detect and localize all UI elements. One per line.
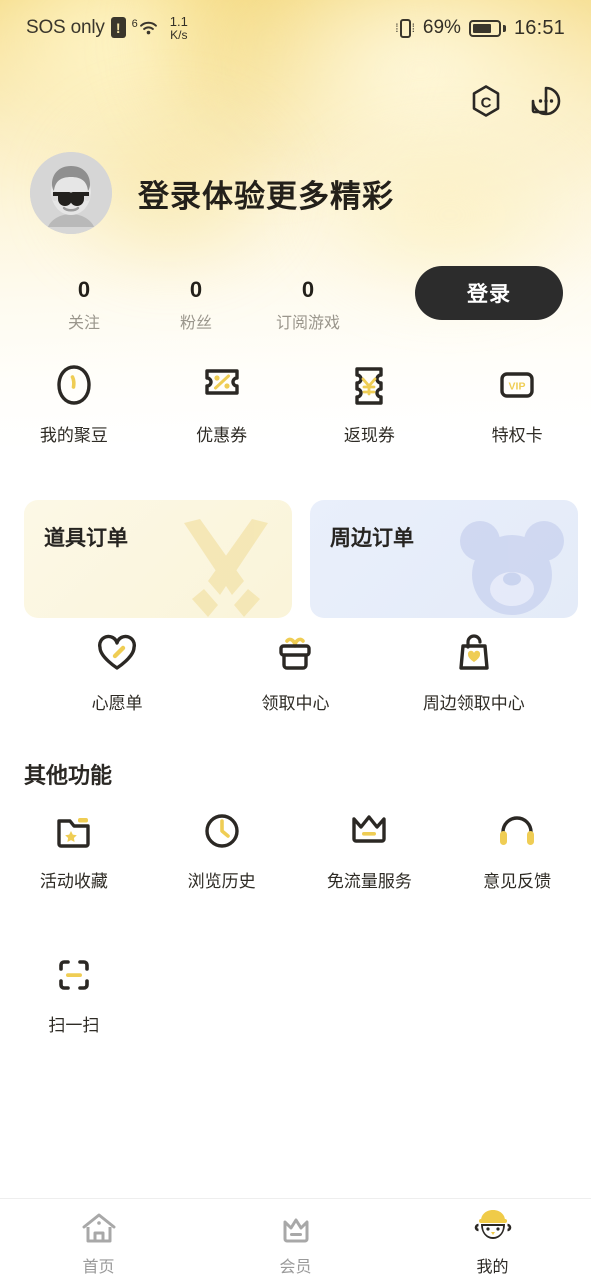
vip-card-icon: VIP [493, 362, 541, 408]
heart-wishlist-icon [94, 630, 140, 676]
scan-frame-icon [53, 952, 95, 998]
avatar[interactable] [30, 152, 112, 234]
other-action-label: 活动收藏 [39, 872, 108, 891]
order-card-item-orders[interactable]: 道具订单 [24, 500, 292, 618]
headset-icon [495, 808, 539, 854]
clock-history-icon [201, 808, 243, 854]
other-action-label: 免流量服务 [326, 872, 412, 891]
stat-value: 0 [77, 277, 91, 302]
crossed-swords-art [156, 507, 286, 618]
quick-action-label: 返现券 [343, 426, 395, 445]
quick-action-coupons[interactable]: 优惠券 [148, 362, 296, 446]
status-bar: SOS only ! 6 1.1 K/s ⁞ ⁞ 69% 16:51 [0, 0, 591, 56]
other-action-label: 浏览历史 [187, 872, 256, 891]
service-action-label: 周边领取中心 [422, 694, 525, 713]
quick-action-vip-card[interactable]: VIP 特权卡 [443, 362, 591, 446]
carrier-label: SOS only [26, 16, 105, 38]
stat-label: 订阅游戏 [275, 314, 340, 332]
login-button[interactable]: 登录 [415, 266, 563, 320]
profile-face-icon [472, 1207, 514, 1247]
bear-art [452, 509, 572, 618]
quick-action-label: 我的聚豆 [39, 426, 108, 445]
bottom-navigation: 首页 会员 我的 [0, 1198, 591, 1280]
other-action-browse-history[interactable]: 浏览历史 [148, 808, 296, 892]
profile-header[interactable]: 登录体验更多精彩 [30, 152, 394, 234]
coupon-percent-icon [200, 362, 244, 408]
stat-subscribed-games[interactable]: 0 订阅游戏 [252, 276, 364, 333]
page-title: 登录体验更多精彩 [138, 178, 394, 214]
quick-action-my-beans[interactable]: 我的聚豆 [0, 362, 148, 446]
quick-actions-row: 我的聚豆 优惠券 返现券 VIP 特权卡 [0, 362, 591, 446]
battery-icon [468, 19, 506, 37]
svg-text:C: C [481, 95, 492, 112]
home-icon [80, 1207, 118, 1247]
other-action-free-data-service[interactable]: 免流量服务 [296, 808, 444, 892]
order-cards: 道具订单 周边订单 [24, 500, 578, 618]
quick-action-label: 特权卡 [491, 426, 543, 445]
service-action-label: 心愿单 [91, 694, 143, 713]
section-title-other: 其他功能 [24, 763, 113, 788]
other-functions-row-1: 活动收藏 浏览历史 免流量服务 意见反馈 [0, 808, 591, 892]
status-bar-left: SOS only ! 6 1.1 K/s [26, 15, 188, 41]
folder-star-icon [52, 808, 96, 854]
network-speed: 1.1 K/s [170, 15, 188, 41]
stat-value: 0 [189, 277, 203, 302]
order-card-title: 道具订单 [44, 527, 128, 550]
nav-tab-label: 我的 [476, 1258, 509, 1276]
battery-percent: 69% [422, 17, 461, 38]
status-bar-right: ⁞ ⁞ 69% 16:51 [395, 17, 565, 40]
clock: 16:51 [513, 16, 565, 39]
service-action-label: 领取中心 [261, 694, 330, 713]
bean-icon [54, 362, 94, 408]
crown-icon [346, 808, 392, 854]
order-card-merch-orders[interactable]: 周边订单 [310, 500, 578, 618]
service-action-merch-claim-center[interactable]: 周边领取中心 [385, 630, 563, 714]
speed-unit: K/s [170, 27, 188, 42]
service-action-wishlist[interactable]: 心愿单 [28, 630, 206, 714]
nav-tab-member[interactable]: 会员 [197, 1199, 394, 1280]
order-card-title: 周边订单 [330, 527, 414, 550]
stat-value: 0 [301, 277, 315, 302]
coupon-yuan-icon [350, 362, 388, 408]
quick-action-cashback[interactable]: 返现券 [296, 362, 444, 446]
stat-label: 粉丝 [179, 314, 212, 332]
other-action-label: 意见反馈 [483, 872, 552, 891]
shopping-bag-heart-icon [453, 630, 495, 676]
app-screen: SOS only ! 6 1.1 K/s ⁞ ⁞ 69% 16:51 C 登录体… [0, 0, 591, 1280]
wifi-icon: 6 [132, 17, 160, 38]
quick-action-label: 优惠券 [196, 426, 248, 445]
community-hexagon-icon[interactable]: C [467, 82, 505, 120]
wifi-glyph [139, 22, 157, 35]
speed-value: 1.1 [169, 13, 188, 29]
profile-stats: 0 关注 0 粉丝 0 订阅游戏 [28, 276, 364, 333]
grid-spacer [443, 952, 591, 1036]
stat-fans[interactable]: 0 粉丝 [140, 276, 252, 333]
grid-spacer [296, 952, 444, 1036]
service-actions-row: 心愿单 领取中心 周边领取中心 [0, 630, 591, 714]
other-action-label: 扫一扫 [48, 1016, 100, 1035]
service-action-claim-center[interactable]: 领取中心 [206, 630, 384, 714]
nav-tab-label: 首页 [82, 1258, 115, 1276]
gift-box-icon [273, 630, 317, 676]
message-bubble-icon[interactable] [527, 82, 565, 120]
alert-icon: ! [110, 17, 126, 39]
stat-following[interactable]: 0 关注 [28, 276, 140, 333]
grid-spacer [148, 952, 296, 1036]
svg-text:VIP: VIP [509, 381, 526, 393]
member-crown-icon [278, 1207, 314, 1247]
nav-tab-home[interactable]: 首页 [0, 1199, 197, 1280]
nav-tab-label: 会员 [279, 1258, 312, 1276]
other-action-scan[interactable]: 扫一扫 [0, 952, 148, 1036]
header-actions: C [467, 82, 565, 120]
stat-label: 关注 [67, 314, 100, 332]
other-action-feedback[interactable]: 意见反馈 [443, 808, 591, 892]
other-action-activity-favorites[interactable]: 活动收藏 [0, 808, 148, 892]
other-functions-row-2: 扫一扫 [0, 952, 591, 1036]
vibrate-icon: ⁞ ⁞ [395, 18, 415, 38]
nav-tab-profile[interactable]: 我的 [394, 1199, 591, 1280]
